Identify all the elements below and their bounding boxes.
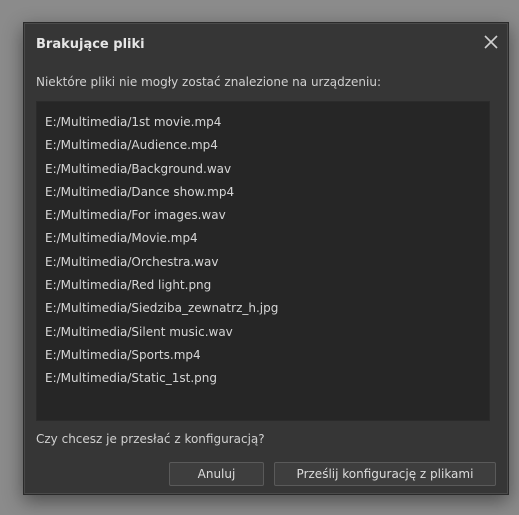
close-icon bbox=[480, 31, 502, 53]
close-button[interactable] bbox=[480, 31, 502, 53]
file-list-item[interactable]: E:/Multimedia/Orchestra.wav bbox=[37, 251, 489, 274]
file-list-item[interactable]: E:/Multimedia/Movie.mp4 bbox=[37, 227, 489, 250]
file-list-item[interactable]: E:/Multimedia/1st movie.mp4 bbox=[37, 111, 489, 134]
dialog-title: Brakujące pliki bbox=[36, 37, 145, 52]
missing-files-list-inner: E:/Multimedia/1st movie.mp4 E:/Multimedia… bbox=[37, 102, 489, 391]
file-list-item[interactable]: E:/Multimedia/Red light.png bbox=[37, 274, 489, 297]
dialog-message: Niektóre pliki nie mogły zostać znalezio… bbox=[36, 75, 382, 89]
file-list-item[interactable]: E:/Multimedia/Audience.mp4 bbox=[37, 134, 489, 157]
file-list-item[interactable]: E:/Multimedia/Siedziba_zewnatrz_h.jpg bbox=[37, 297, 489, 320]
file-list-item[interactable]: E:/Multimedia/Sports.mp4 bbox=[37, 344, 489, 367]
dialog-question: Czy chcesz je przesłać z konfiguracją? bbox=[36, 432, 265, 446]
missing-files-list[interactable]: E:/Multimedia/1st movie.mp4 E:/Multimedia… bbox=[36, 101, 490, 421]
missing-files-dialog: Brakujące pliki Niektóre pliki nie mogły… bbox=[23, 22, 509, 495]
send-with-files-button[interactable]: Prześlij konfigurację z plikami bbox=[274, 462, 496, 486]
file-list-item[interactable]: E:/Multimedia/Background.wav bbox=[37, 158, 489, 181]
file-list-item[interactable]: E:/Multimedia/Dance show.mp4 bbox=[37, 181, 489, 204]
file-list-item[interactable]: E:/Multimedia/Static_1st.png bbox=[37, 367, 489, 390]
file-list-item[interactable]: E:/Multimedia/For images.wav bbox=[37, 204, 489, 227]
file-list-item[interactable]: E:/Multimedia/Silent music.wav bbox=[37, 321, 489, 344]
cancel-button[interactable]: Anuluj bbox=[169, 462, 264, 486]
